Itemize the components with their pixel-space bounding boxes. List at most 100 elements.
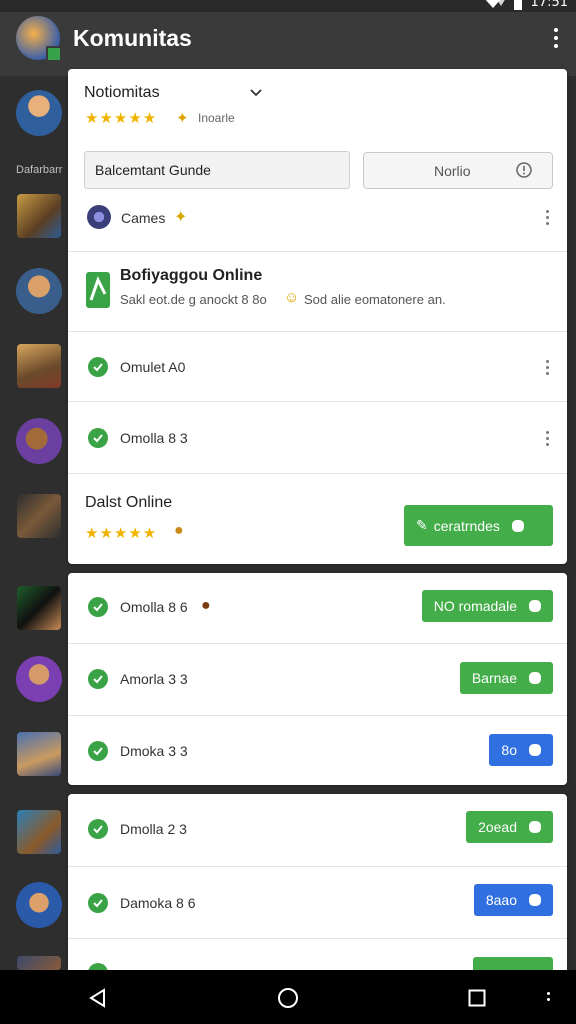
check-icon xyxy=(88,357,108,377)
more-options-icon[interactable] xyxy=(545,360,549,376)
list-item[interactable]: Amorla 3 3 Barnae xyxy=(68,643,567,716)
secondary-button-label: Norlio xyxy=(434,163,471,179)
featured-subtitle-tail: Sod alie eomatonere an. xyxy=(304,292,446,307)
community-avatar[interactable] xyxy=(16,268,62,314)
search-field[interactable]: Balcemtant Gunde xyxy=(84,151,350,189)
home-icon[interactable] xyxy=(277,987,299,1009)
rail-section-label: Dafarbarr xyxy=(16,164,63,176)
list-item-label: Amorla 3 3 xyxy=(120,671,188,687)
app-logo[interactable] xyxy=(16,16,62,62)
community-avatar[interactable] xyxy=(17,810,61,854)
info-icon xyxy=(516,162,532,178)
logo-badge-icon xyxy=(46,46,62,62)
chevron-down-icon[interactable] xyxy=(250,89,262,97)
list-item[interactable]: Dmolla 2 3 2oead xyxy=(68,794,567,866)
action-button[interactable] xyxy=(473,957,553,970)
back-icon[interactable] xyxy=(88,988,108,1008)
list-item[interactable]: Omulet A0 xyxy=(68,331,567,402)
community-avatar[interactable] xyxy=(17,494,61,538)
featured-title: Bofiyaggou Online xyxy=(120,267,263,284)
controller-icon xyxy=(529,894,541,906)
featured-game[interactable]: Bofiyaggou Online Sakl eot.de g anockt 8… xyxy=(68,251,567,332)
app-bar: Komunitas xyxy=(0,12,576,76)
community-card-main: Notiomitas ★★★★★ ✦ Inoarle Balcemtant Gu… xyxy=(68,69,567,564)
search-field-value: Balcemtant Gunde xyxy=(95,162,211,178)
controller-icon xyxy=(529,600,541,612)
medal-icon: ● xyxy=(174,522,184,539)
list-item[interactable]: Omolla 8 3 xyxy=(68,401,567,474)
community-avatar[interactable] xyxy=(16,418,62,464)
action-button-label: 2oead xyxy=(478,819,517,835)
list-item[interactable]: Damoka 8 6 8aao xyxy=(68,866,567,939)
pen-icon: ✎ xyxy=(416,517,428,533)
sparkle-icon: ✦ xyxy=(176,110,189,127)
list-item-label: Omolla 8 6 xyxy=(120,599,188,615)
rating-text: Inoarle xyxy=(198,111,235,125)
sparkle-icon: ✦ xyxy=(174,209,188,226)
action-button[interactable]: 8o xyxy=(489,734,553,766)
game-item[interactable]: Dalst Online ★★★★★ ● ✎ ceratrndes xyxy=(68,473,567,565)
action-button-label: 8aao xyxy=(485,892,517,908)
check-icon xyxy=(88,669,108,689)
community-avatar[interactable] xyxy=(16,882,62,928)
list-item-label: Dmoka 3 3 xyxy=(120,743,188,759)
community-card: Dmolla 2 3 2oead Damoka 8 6 8aao xyxy=(68,794,567,970)
community-avatar[interactable] xyxy=(17,956,61,970)
controller-icon xyxy=(529,821,541,833)
list-item-label: Omolla 8 3 xyxy=(120,430,188,446)
list-item[interactable] xyxy=(68,938,567,970)
games-icon xyxy=(87,205,111,229)
status-bar: 17:51 xyxy=(0,0,576,12)
list-item-label: Damoka 8 6 xyxy=(120,895,196,911)
status-time: 17:51 xyxy=(530,0,568,10)
action-button[interactable]: ✎ ceratrndes xyxy=(404,505,553,546)
check-icon xyxy=(88,893,108,913)
more-options-icon[interactable] xyxy=(546,992,550,1004)
medal-icon: ● xyxy=(201,597,211,614)
action-button-label: 8o xyxy=(501,742,517,758)
list-item[interactable]: Omolla 8 6 ● NO romadale xyxy=(68,573,567,643)
system-nav-bar xyxy=(0,970,576,1024)
action-button-label: Barnae xyxy=(471,670,517,686)
community-avatar[interactable] xyxy=(16,656,62,702)
community-card: Omolla 8 6 ● NO romadale Amorla 3 3 Barn… xyxy=(68,573,567,785)
rating-stars: ★★★★★ xyxy=(85,525,158,542)
more-options-icon[interactable] xyxy=(545,210,549,226)
action-button[interactable]: 8aao xyxy=(473,884,553,916)
community-avatar[interactable] xyxy=(16,90,62,136)
secondary-button[interactable]: Norlio xyxy=(363,152,553,189)
check-icon xyxy=(88,597,108,617)
check-icon xyxy=(88,819,108,839)
list-item[interactable]: Dmoka 3 3 8o xyxy=(68,715,567,786)
action-button-label: NO romadale xyxy=(433,598,517,614)
more-options-icon[interactable] xyxy=(552,28,560,54)
rating-stars: ★★★★★ xyxy=(85,110,158,127)
recents-icon[interactable] xyxy=(468,989,486,1007)
more-options-icon[interactable] xyxy=(545,431,549,447)
community-avatar[interactable] xyxy=(17,194,61,238)
community-avatar[interactable] xyxy=(17,586,61,630)
controller-icon xyxy=(529,672,541,684)
action-button[interactable]: 2oead xyxy=(466,811,553,843)
action-button[interactable]: NO romadale xyxy=(421,590,553,622)
list-item-label: Omulet A0 xyxy=(120,359,186,375)
signal-battery-icon xyxy=(485,0,522,10)
list-item-label: Dmolla 2 3 xyxy=(120,821,187,837)
check-icon xyxy=(88,428,108,448)
action-button[interactable]: Barnae xyxy=(459,662,553,694)
community-rail: Dafarbarr xyxy=(0,76,68,970)
emoji-icon: ☺ xyxy=(284,289,300,306)
controller-icon xyxy=(529,744,541,756)
community-avatar[interactable] xyxy=(17,732,61,776)
game-title: Dalst Online xyxy=(85,494,173,511)
check-icon xyxy=(88,741,108,761)
game-logo-icon xyxy=(86,272,110,308)
app-title: Komunitas xyxy=(73,25,192,51)
games-label[interactable]: Cames xyxy=(121,210,165,226)
controller-icon xyxy=(511,519,524,532)
check-icon xyxy=(88,963,108,970)
featured-subtitle: Sakl eot.de g anockt 8 8o xyxy=(120,292,267,307)
community-avatar[interactable] xyxy=(17,344,61,388)
action-button-label: ceratrndes xyxy=(433,517,500,534)
community-dropdown-title[interactable]: Notiomitas xyxy=(84,84,160,102)
